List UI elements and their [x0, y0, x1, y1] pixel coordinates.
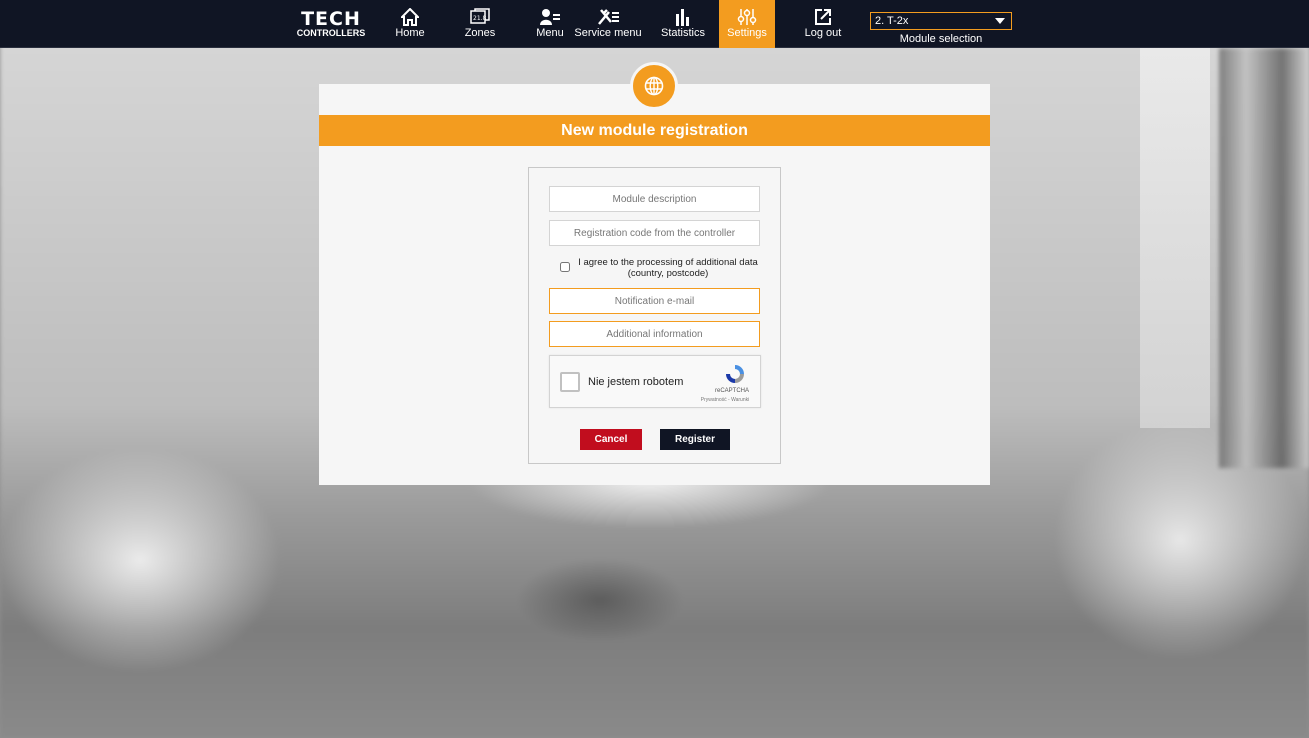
nav-menu[interactable]: Menu [533, 0, 567, 48]
chevron-down-icon [995, 18, 1005, 24]
register-button[interactable]: Register [660, 429, 730, 450]
zones-icon-text: 21.8 [473, 15, 487, 22]
statistics-icon [657, 0, 709, 26]
home-icon [390, 0, 430, 26]
nav-home[interactable]: Home [390, 0, 430, 48]
module-selection-label: Module selection [899, 33, 983, 45]
logo-brand: TECH [301, 8, 361, 30]
recaptcha-widget: Nie jestem robotem reCAPTCHA Prywatność … [549, 355, 761, 408]
nav-statistics[interactable]: Statistics [657, 0, 709, 48]
module-select-value: 2. T-2x [875, 15, 909, 27]
background-window [1140, 48, 1210, 428]
nav-zones[interactable]: 21.8 Zones [460, 0, 500, 48]
notification-email-input[interactable] [549, 288, 760, 314]
recaptcha-logo-icon [724, 363, 746, 390]
logout-icon [800, 0, 846, 26]
top-navigation-bar: TECH CONTROLLERS Home 21.8 Zones Menu Se… [0, 0, 1309, 48]
nav-settings-label: Settings [727, 27, 767, 39]
zones-icon: 21.8 [460, 0, 500, 26]
recaptcha-brand: reCAPTCHA [714, 388, 749, 394]
panel-title: New module registration [319, 115, 990, 146]
tools-icon [568, 0, 648, 26]
background-curtain [1219, 48, 1309, 468]
cancel-button[interactable]: Cancel [580, 429, 642, 450]
nav-logout-label: Log out [804, 27, 842, 39]
recaptcha-links[interactable]: Prywatność - Warunki [690, 397, 760, 403]
consent-row: I agree to the processing of additional … [560, 257, 760, 279]
consent-checkbox[interactable] [560, 262, 570, 272]
nav-home-label: Home [395, 27, 425, 39]
module-select-dropdown[interactable]: 2. T-2x [870, 12, 1012, 30]
nav-settings[interactable]: Settings [719, 0, 775, 48]
user-menu-icon [533, 0, 567, 26]
globe-icon [630, 62, 678, 110]
consent-label: I agree to the processing of additional … [578, 257, 758, 279]
recaptcha-checkbox[interactable] [560, 372, 580, 392]
nav-service-menu-label: Service menu [574, 27, 642, 39]
module-description-input[interactable] [549, 186, 760, 212]
nav-service-menu[interactable]: Service menu [568, 0, 648, 48]
nav-statistics-label: Statistics [660, 27, 705, 39]
tech-logo[interactable]: TECH CONTROLLERS [296, 10, 366, 40]
nav-logout[interactable]: Log out [800, 0, 846, 48]
recaptcha-label: Nie jestem robotem [588, 376, 684, 388]
settings-sliders-icon [719, 0, 775, 26]
registration-code-input[interactable] [549, 220, 760, 246]
nav-zones-label: Zones [464, 27, 496, 39]
nav-menu-label: Menu [536, 27, 564, 39]
logo-subtitle: CONTROLLERS [296, 28, 366, 38]
additional-information-input[interactable] [549, 321, 760, 347]
